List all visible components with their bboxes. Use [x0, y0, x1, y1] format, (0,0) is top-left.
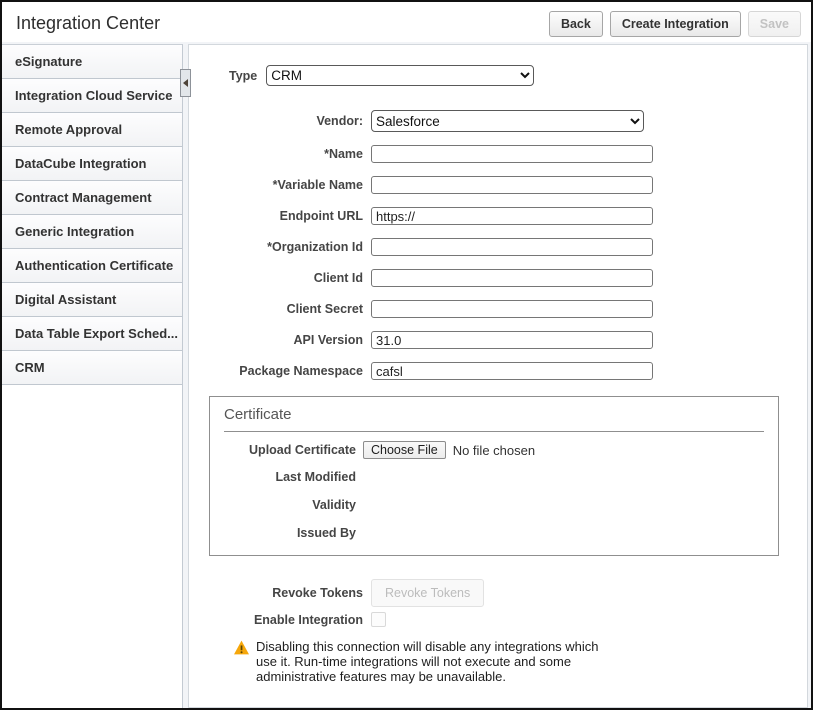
page-title: Integration Center [16, 13, 160, 34]
name-row: *Name [197, 145, 653, 163]
choose-file-button[interactable]: Choose File [363, 441, 446, 459]
back-button[interactable]: Back [549, 11, 603, 37]
client-secret-field[interactable] [371, 300, 653, 318]
no-file-chosen-text: No file chosen [453, 443, 535, 458]
vendor-row: Vendor: Salesforce [197, 110, 644, 132]
upload-certificate-row: Upload Certificate Choose File No file c… [218, 441, 535, 459]
endpoint-url-field[interactable] [371, 207, 653, 225]
client-secret-row: Client Secret [197, 300, 653, 318]
disable-warning: Disabling this connection will disable a… [233, 639, 620, 684]
enable-integration-checkbox[interactable] [371, 612, 386, 627]
revoke-tokens-label: Revoke Tokens [197, 586, 363, 600]
variable-name-label: *Variable Name [197, 178, 363, 192]
api-version-row: API Version [197, 331, 653, 349]
vendor-select[interactable]: Salesforce [371, 110, 644, 132]
sidebar-item-remote-approval[interactable]: Remote Approval [2, 113, 182, 147]
api-version-field[interactable] [371, 331, 653, 349]
sidebar-item-digital-assistant[interactable]: Digital Assistant [2, 283, 182, 317]
variable-name-row: *Variable Name [197, 176, 653, 194]
package-namespace-field[interactable] [371, 362, 653, 380]
revoke-tokens-row: Revoke Tokens Revoke Tokens [197, 579, 484, 607]
validity-row: Validity [218, 498, 363, 512]
client-id-label: Client Id [197, 271, 363, 285]
integration-center-page: Integration Center Back Create Integrati… [0, 0, 813, 710]
header: Integration Center Back Create Integrati… [2, 2, 811, 42]
save-button[interactable]: Save [748, 11, 801, 37]
variable-name-field[interactable] [371, 176, 653, 194]
upload-certificate-label: Upload Certificate [218, 443, 356, 457]
last-modified-label: Last Modified [218, 470, 356, 484]
header-buttons: Back Create Integration Save [549, 11, 801, 37]
certificate-section-title: Certificate [224, 406, 292, 423]
type-select[interactable]: CRM [266, 65, 534, 86]
collapse-left-icon [183, 79, 188, 87]
api-version-label: API Version [197, 333, 363, 347]
sidebar: eSignature Integration Cloud Service Rem… [2, 44, 183, 708]
enable-integration-row: Enable Integration [197, 612, 386, 627]
sidebar-item-generic-integration[interactable]: Generic Integration [2, 215, 182, 249]
vendor-label: Vendor: [197, 114, 363, 128]
enable-integration-label: Enable Integration [197, 613, 363, 627]
sidebar-collapse-handle[interactable] [180, 69, 191, 97]
issued-by-label: Issued By [218, 526, 356, 540]
certificate-separator [224, 431, 764, 432]
name-field[interactable] [371, 145, 653, 163]
endpoint-url-row: Endpoint URL [197, 207, 653, 225]
organization-id-label: *Organization Id [197, 240, 363, 254]
validity-label: Validity [218, 498, 356, 512]
form-panel: Type CRM Vendor: Salesforce *Name *Varia… [188, 44, 808, 708]
sidebar-item-integration-cloud-service[interactable]: Integration Cloud Service [2, 79, 182, 113]
last-modified-row: Last Modified [218, 470, 363, 484]
sidebar-item-esignature[interactable]: eSignature [2, 45, 182, 79]
client-secret-label: Client Secret [197, 302, 363, 316]
organization-id-row: *Organization Id [197, 238, 653, 256]
organization-id-field[interactable] [371, 238, 653, 256]
sidebar-item-authentication-certificate[interactable]: Authentication Certificate [2, 249, 182, 283]
sidebar-item-contract-management[interactable]: Contract Management [2, 181, 182, 215]
sidebar-item-data-table-export-scheduler[interactable]: Data Table Export Sched... [2, 317, 182, 351]
name-label: *Name [197, 147, 363, 161]
client-id-field[interactable] [371, 269, 653, 287]
type-label: Type [229, 69, 257, 83]
package-namespace-label: Package Namespace [197, 364, 363, 378]
certificate-section: Certificate Upload Certificate Choose Fi… [209, 396, 779, 556]
warning-text: Disabling this connection will disable a… [256, 639, 620, 684]
package-namespace-row: Package Namespace [197, 362, 653, 380]
create-integration-button[interactable]: Create Integration [610, 11, 741, 37]
type-row: Type CRM [229, 65, 534, 86]
sidebar-item-datacube-integration[interactable]: DataCube Integration [2, 147, 182, 181]
client-id-row: Client Id [197, 269, 653, 287]
issued-by-row: Issued By [218, 526, 363, 540]
sidebar-item-crm[interactable]: CRM [2, 351, 182, 385]
warning-triangle-icon [233, 640, 250, 655]
revoke-tokens-button[interactable]: Revoke Tokens [371, 579, 484, 607]
endpoint-url-label: Endpoint URL [197, 209, 363, 223]
